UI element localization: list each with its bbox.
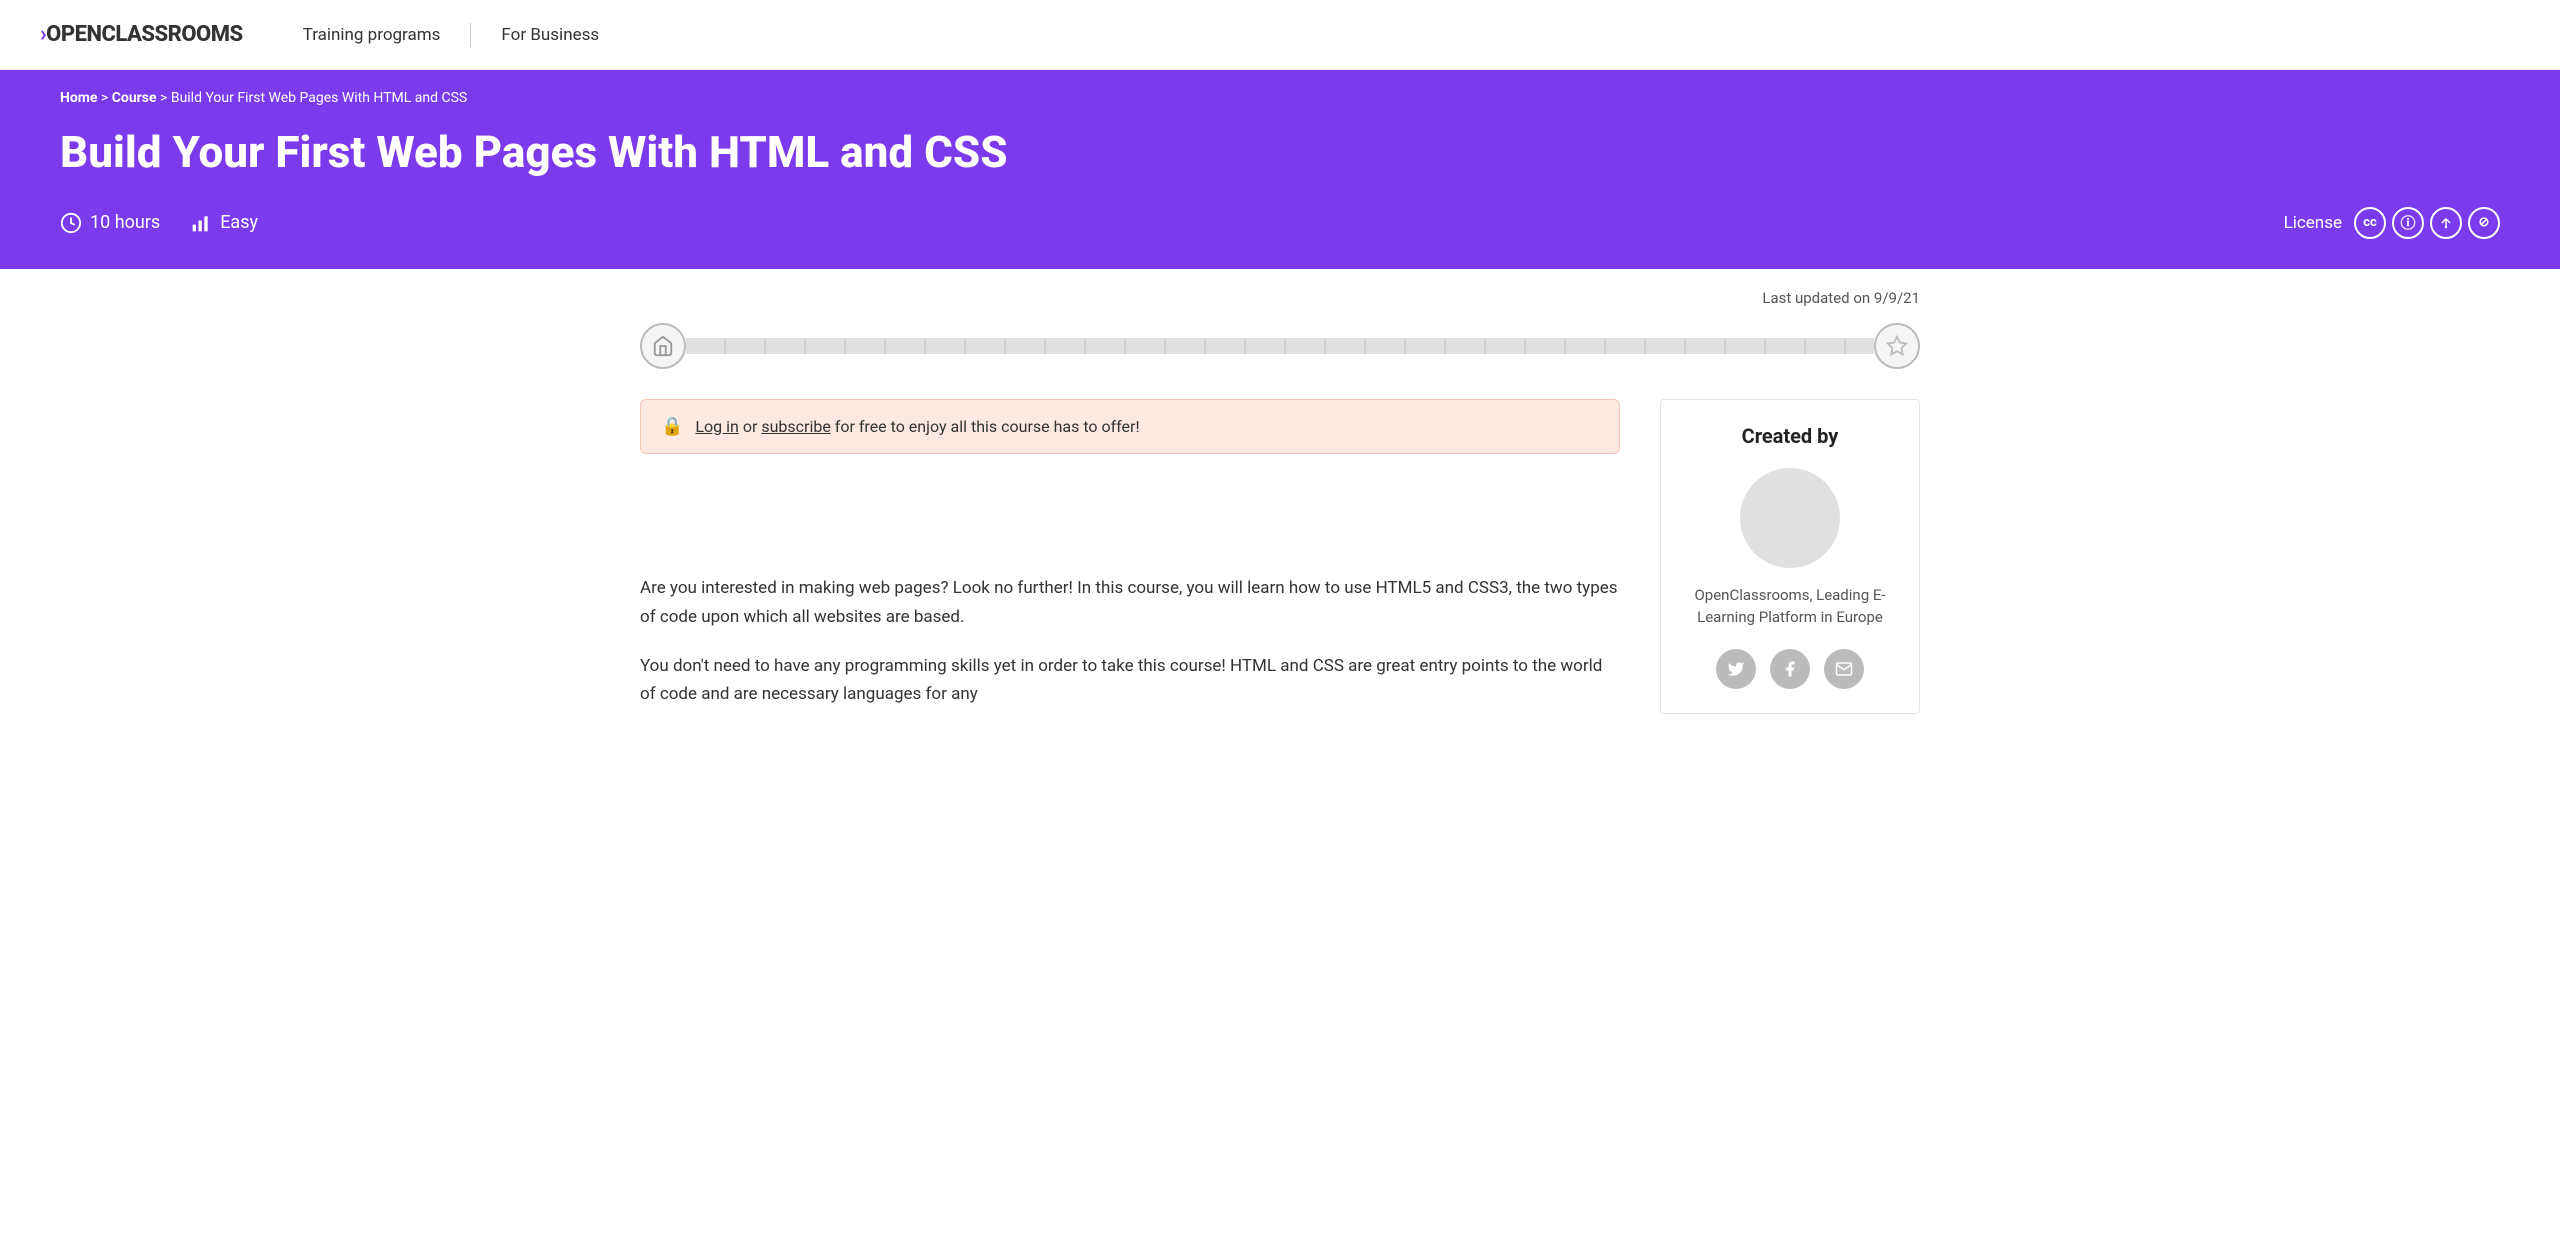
- level-text: Easy: [220, 212, 258, 233]
- description-paragraph-2: You don't need to have any programming s…: [640, 652, 1620, 710]
- twitter-button[interactable]: [1716, 649, 1756, 689]
- alert-banner: 🔒 Log in or subscribe for free to enjoy …: [640, 399, 1620, 454]
- logo-text: OPENCLASSROOMS: [46, 22, 243, 47]
- nav-for-business[interactable]: For Business: [481, 25, 619, 45]
- sidebar-avatar: [1740, 468, 1840, 568]
- hero-banner: Home > Course > Build Your First Web Pag…: [0, 70, 2560, 269]
- subscribe-link[interactable]: subscribe: [761, 417, 830, 436]
- last-updated: Last updated on 9/9/21: [640, 289, 1920, 307]
- facebook-button[interactable]: [1770, 649, 1810, 689]
- page-title: Build Your First Web Pages With HTML and…: [60, 126, 2500, 179]
- course-description: Are you interested in making web pages? …: [640, 574, 1620, 710]
- progress-track: [686, 338, 1874, 354]
- license-label: License: [2284, 213, 2342, 233]
- main-content: Last updated on 9/9/21 🔒 Log in or: [580, 269, 1980, 750]
- alert-text-middle: or: [743, 417, 762, 436]
- breadcrumb: Home > Course > Build Your First Web Pag…: [60, 90, 2500, 106]
- breadcrumb-course[interactable]: Course: [112, 90, 157, 106]
- duration-text: 10 hours: [90, 212, 160, 233]
- progress-start-icon: [640, 323, 686, 369]
- duration-item: 10 hours: [60, 212, 160, 234]
- content-main: 🔒 Log in or subscribe for free to enjoy …: [640, 399, 1620, 730]
- sidebar-title: Created by: [1681, 424, 1899, 448]
- navbar: ›OPENCLASSROOMS Training programs For Bu…: [0, 0, 2560, 70]
- navbar-links: Training programs For Business: [283, 23, 619, 47]
- clock-icon: [60, 212, 82, 234]
- alert-text: Log in or subscribe for free to enjoy al…: [695, 417, 1139, 436]
- sidebar-author: OpenClassrooms, Leading E-Learning Platf…: [1681, 584, 1899, 629]
- info-icon: ⓘ: [2392, 207, 2424, 239]
- alert-text-after: for free to enjoy all this course has to…: [835, 417, 1140, 436]
- bar-chart-icon: [190, 212, 212, 234]
- login-link[interactable]: Log in: [695, 417, 738, 436]
- navbar-divider: [470, 23, 471, 47]
- nav-training-programs[interactable]: Training programs: [283, 25, 461, 45]
- description-paragraph-1: Are you interested in making web pages? …: [640, 574, 1620, 632]
- hero-meta-left: 10 hours Easy: [60, 212, 258, 234]
- lock-icon: 🔒: [661, 416, 683, 437]
- no-commercial-icon: ⊘: [2468, 207, 2500, 239]
- logo[interactable]: ›OPENCLASSROOMS: [40, 22, 243, 47]
- share-icon: [2430, 207, 2462, 239]
- sidebar-social: [1681, 649, 1899, 689]
- cc-icon: cc: [2354, 207, 2386, 239]
- email-button[interactable]: [1824, 649, 1864, 689]
- license-icons: cc ⓘ ⊘: [2354, 207, 2500, 239]
- hero-meta: 10 hours Easy License cc ⓘ: [60, 207, 2500, 239]
- sidebar: Created by OpenClassrooms, Leading E-Lea…: [1660, 399, 1920, 714]
- progress-end-icon: [1874, 323, 1920, 369]
- hero-meta-right: License cc ⓘ ⊘: [2284, 207, 2500, 239]
- content-layout: 🔒 Log in or subscribe for free to enjoy …: [640, 399, 1920, 730]
- breadcrumb-home[interactable]: Home: [60, 90, 97, 106]
- level-item: Easy: [190, 212, 258, 234]
- progress-bar-container: [640, 323, 1920, 369]
